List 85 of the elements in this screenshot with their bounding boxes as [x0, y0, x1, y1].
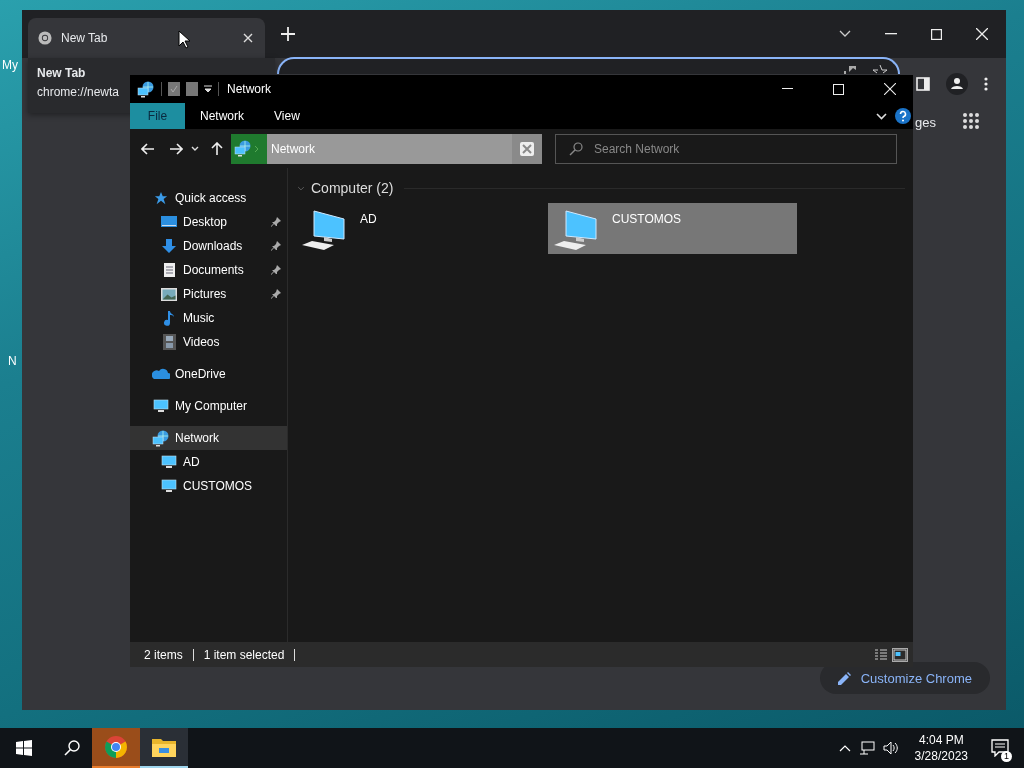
apps-grid-icon[interactable]	[962, 112, 980, 130]
desktop-computer-icon	[552, 209, 598, 251]
hover-card-title: New Tab	[37, 66, 86, 80]
clear-address-icon[interactable]	[512, 133, 542, 164]
search-field[interactable]: Search Network	[555, 133, 897, 164]
maximize-icon[interactable]	[833, 83, 844, 95]
sidebar-item[interactable]: Network	[130, 426, 287, 450]
details-view-icon[interactable]	[874, 648, 888, 661]
clock[interactable]: 4:04 PM 3/28/2023	[906, 733, 976, 763]
date-text: 3/28/2023	[914, 749, 968, 763]
expand-ribbon-icon[interactable]	[876, 112, 887, 120]
desktop-icon	[161, 215, 177, 229]
tiles-view-icon[interactable]	[893, 648, 907, 661]
pencil-icon	[837, 671, 851, 685]
download-arrow-icon	[161, 238, 177, 254]
sidebar-item[interactable]: CUSTOMOS	[130, 474, 287, 498]
browser-tab[interactable]: New Tab	[28, 18, 265, 58]
customize-toolbar-icon[interactable]	[204, 85, 212, 93]
up-arrow-icon[interactable]	[211, 142, 223, 155]
group-header: Computer (2)	[311, 180, 394, 196]
file-explorer-taskbar-button[interactable]	[140, 728, 188, 768]
start-icon[interactable]	[16, 740, 32, 756]
side-panel-icon[interactable]	[916, 77, 930, 91]
sidebar-item[interactable]: Quick access	[130, 186, 287, 210]
chevron-down-icon[interactable]	[839, 30, 851, 38]
sidebar-item[interactable]: Pictures	[130, 282, 287, 306]
computer-tile[interactable]: AD	[296, 203, 545, 254]
network-globe-icon	[137, 80, 155, 98]
music-note-icon	[163, 310, 175, 326]
show-hidden-icons-icon[interactable]	[838, 744, 851, 752]
ribbon-tab[interactable]: Network	[185, 103, 259, 129]
help-icon[interactable]	[895, 108, 911, 124]
sidebar-item[interactable]: Desktop	[130, 210, 287, 234]
recent-locations-icon[interactable]	[191, 146, 199, 151]
minimize-icon[interactable]	[782, 88, 793, 90]
ribbon-tab[interactable]: View	[259, 103, 315, 129]
search-icon	[569, 141, 583, 156]
address-bar[interactable]	[277, 57, 900, 74]
document-icon	[162, 262, 176, 278]
sidebar-item[interactable]: Music	[130, 306, 287, 330]
menu-icon[interactable]	[984, 77, 988, 91]
desktop-computer-icon	[300, 209, 346, 251]
desktop-icon-label: My	[2, 58, 18, 72]
star-icon	[154, 191, 168, 205]
time-text: 4:04 PM	[918, 733, 964, 747]
sidebar-item[interactable]: Documents	[130, 258, 287, 282]
maximize-icon[interactable]	[931, 28, 942, 40]
computer-tile[interactable]: CUSTOMOS	[548, 203, 797, 254]
desktop-icon-label: N	[8, 354, 17, 368]
sidebar-item[interactable]: Videos	[130, 330, 287, 354]
close-tab-icon[interactable]	[243, 33, 253, 43]
computer-icon	[153, 398, 169, 414]
volume-icon[interactable]	[882, 741, 899, 755]
hover-card-url: chrome://newta	[37, 85, 120, 99]
cloud-icon	[152, 368, 170, 380]
computer-icon	[161, 454, 177, 470]
notifications-icon[interactable]	[991, 739, 1009, 757]
mouse-cursor-icon	[178, 30, 190, 49]
status-text: 1 item selected	[203, 648, 296, 661]
customize-chrome-button[interactable]: Customize Chrome	[819, 662, 990, 694]
ribbon-tab[interactable]: File	[130, 103, 185, 129]
profile-icon[interactable]	[946, 73, 968, 95]
status-text: 2 items	[144, 648, 194, 661]
film-icon	[162, 334, 176, 350]
images-link[interactable]: ges	[915, 114, 936, 130]
notification-count: 1	[1001, 751, 1012, 762]
sidebar-item[interactable]: My Computer	[130, 394, 287, 418]
network-icon[interactable]	[858, 741, 875, 755]
folder-icon	[152, 737, 176, 757]
search-icon[interactable]	[64, 740, 80, 756]
browser-logo-icon	[104, 735, 128, 759]
close-icon[interactable]	[976, 28, 988, 40]
browser-logo-icon	[38, 31, 52, 45]
network-globe-icon	[152, 429, 170, 447]
forward-arrow-icon[interactable]	[169, 142, 183, 155]
new-tab-icon[interactable]	[281, 27, 295, 41]
sidebar-item[interactable]: OneDrive	[130, 362, 287, 386]
window-title: Network	[227, 82, 271, 96]
close-icon[interactable]	[884, 83, 896, 95]
back-arrow-icon[interactable]	[141, 142, 155, 155]
picture-icon	[161, 287, 177, 301]
sidebar-item[interactable]: AD	[130, 450, 287, 474]
network-globe-icon	[234, 140, 252, 157]
sidebar-item[interactable]: Downloads	[130, 234, 287, 258]
computer-icon	[161, 478, 177, 494]
